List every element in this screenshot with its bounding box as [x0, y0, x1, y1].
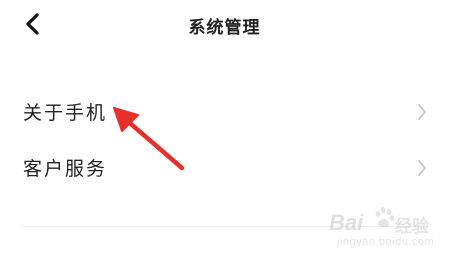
red-arrow-annotation — [113, 107, 185, 171]
baidu-jingyan-watermark: Bai 经验 jingyan.baidu.com — [329, 204, 441, 252]
watermark-brand: Bai — [329, 210, 364, 235]
watermark-url: jingyan.baidu.com — [337, 236, 435, 248]
paw-icon — [375, 207, 395, 228]
top-bar: 系统管理 — [0, 0, 449, 52]
menu-item-about-phone[interactable]: 关于手机 — [0, 84, 449, 140]
chevron-right-icon — [418, 160, 426, 176]
screen: 系统管理 关于手机 客户服务 Bai 经验 jingyan.baidu.com — [0, 0, 449, 258]
page-title: 系统管理 — [188, 18, 261, 38]
menu-item-customer-service[interactable]: 客户服务 — [0, 140, 449, 196]
watermark-brand-cn: 经验 — [395, 217, 429, 237]
menu-item-label: 关于手机 — [23, 102, 108, 124]
menu-item-label: 客户服务 — [23, 158, 108, 180]
chevron-right-icon — [418, 104, 426, 120]
